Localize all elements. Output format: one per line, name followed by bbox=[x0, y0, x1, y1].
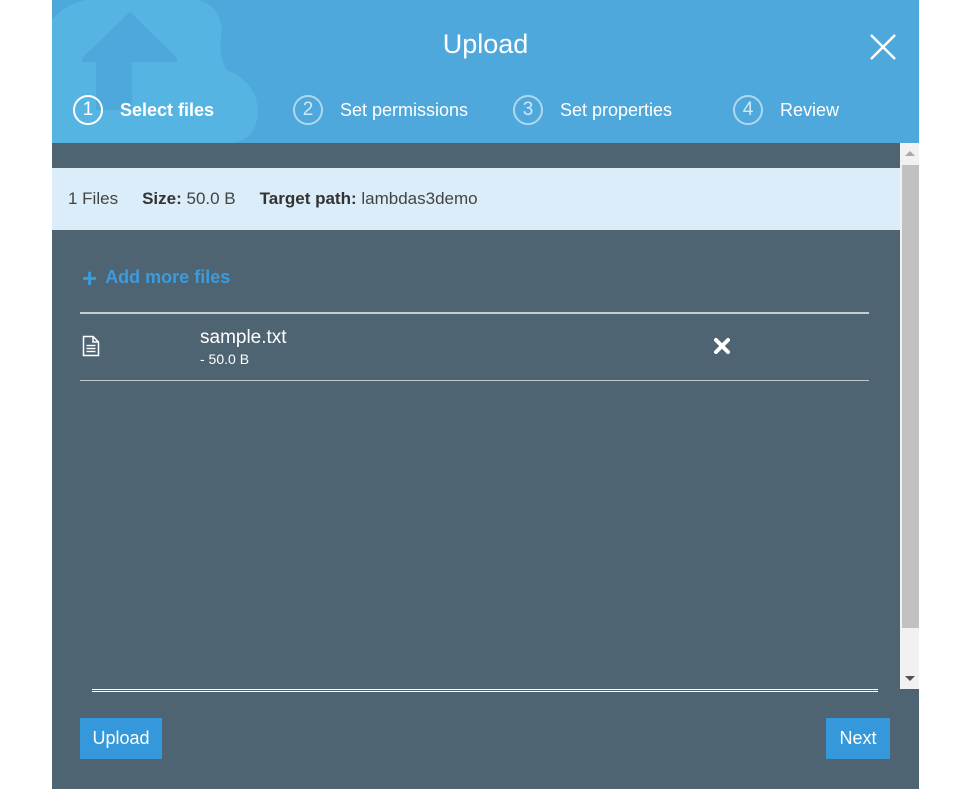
file-name: sample.txt bbox=[200, 327, 287, 348]
files-count: 1 Files bbox=[68, 189, 119, 208]
upload-button[interactable]: Upload bbox=[80, 718, 162, 759]
remove-icon[interactable] bbox=[713, 337, 731, 355]
scroll-down-arrow-icon[interactable] bbox=[905, 676, 915, 681]
file-list-item: sample.txt - 50.0 B bbox=[80, 312, 869, 382]
target-path-value: lambdas3demo bbox=[361, 189, 478, 208]
target-path: Target path: lambdas3demo bbox=[260, 189, 478, 209]
target-path-label: Target path: bbox=[259, 189, 357, 208]
scrollbar[interactable] bbox=[900, 143, 919, 689]
upload-dialog: Upload 1 Select files 2 Set permissions … bbox=[52, 0, 919, 789]
size-label: Size: bbox=[142, 189, 182, 208]
step-number: 2 bbox=[293, 95, 323, 125]
step-number: 4 bbox=[733, 95, 763, 125]
add-more-files-link[interactable]: + Add more files bbox=[82, 262, 231, 293]
row-divider bbox=[80, 312, 869, 314]
close-icon[interactable] bbox=[867, 31, 899, 63]
step-label: Select files bbox=[120, 99, 215, 120]
add-more-files-label: Add more files bbox=[105, 267, 231, 287]
step-set-permissions[interactable]: 2 Set permissions bbox=[293, 93, 468, 127]
step-label: Review bbox=[780, 99, 840, 120]
step-select-files[interactable]: 1 Select files bbox=[73, 93, 214, 127]
dialog-header: Upload 1 Select files 2 Set permissions … bbox=[52, 0, 919, 143]
step-review[interactable]: 4 Review bbox=[733, 93, 839, 127]
step-number: 3 bbox=[513, 95, 543, 125]
step-label: Set properties bbox=[560, 99, 673, 120]
row-divider bbox=[80, 380, 869, 381]
plus-icon: + bbox=[82, 262, 98, 293]
file-text-icon bbox=[82, 335, 100, 357]
next-button[interactable]: Next bbox=[826, 718, 890, 759]
wizard-steps: 1 Select files 2 Set permissions 3 Set p… bbox=[52, 93, 919, 129]
footer-divider bbox=[92, 689, 878, 692]
scroll-thumb[interactable] bbox=[902, 165, 919, 628]
step-set-properties[interactable]: 3 Set properties bbox=[513, 93, 672, 127]
step-label: Set permissions bbox=[340, 99, 469, 120]
scroll-up-arrow-icon[interactable] bbox=[905, 151, 915, 156]
size-value: 50.0 B bbox=[186, 189, 236, 208]
step-number: 1 bbox=[73, 95, 103, 125]
dialog-title: Upload bbox=[442, 29, 529, 59]
total-size: Size: 50.0 B bbox=[142, 189, 236, 209]
upload-summary-bar: 1 Files Size: 50.0 B Target path: lambda… bbox=[52, 168, 900, 230]
file-size: - 50.0 B bbox=[200, 351, 250, 367]
